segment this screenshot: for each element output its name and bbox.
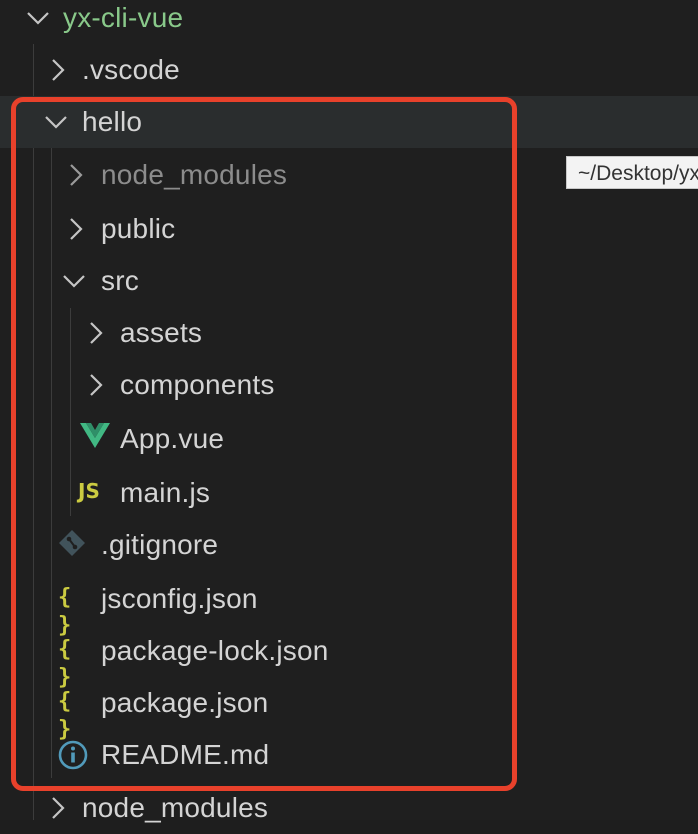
chevron-right-icon: [84, 307, 108, 359]
tree-item-label: src: [101, 265, 139, 296]
tree-file-package-lock-json[interactable]: { } package-lock.json: [0, 625, 698, 690]
tree-item-label: package-lock.json: [101, 635, 329, 666]
chevron-right-icon: [64, 203, 88, 255]
tree-file-gitignore[interactable]: .gitignore: [0, 519, 698, 571]
tree-item-label: jsconfig.json: [101, 583, 258, 614]
chevron-down-icon: [62, 255, 86, 307]
tree-folder-vscode[interactable]: .vscode: [0, 44, 698, 96]
tree-item-label: components: [120, 369, 275, 400]
tree-file-main-js[interactable]: JS main.js: [0, 467, 698, 519]
tree-item-label: yx-cli-vue: [63, 2, 184, 33]
tree-folder-node-modules-root[interactable]: node_modules: [0, 782, 698, 834]
info-icon: [58, 740, 88, 772]
tree-item-label: .gitignore: [101, 529, 219, 560]
tree-folder-yx-cli-vue[interactable]: yx-cli-vue: [0, 0, 698, 44]
chevron-right-icon: [46, 44, 70, 96]
json-file-icon: { }: [58, 637, 71, 690]
chevron-right-icon: [64, 149, 88, 201]
path-tooltip: ~/Desktop/yx-cli-vue: [566, 156, 698, 189]
chevron-down-icon: [44, 96, 68, 148]
tree-folder-components[interactable]: components: [0, 359, 698, 411]
javascript-file-icon: JS: [78, 479, 100, 503]
chevron-down-icon: [26, 0, 50, 44]
tree-folder-assets[interactable]: assets: [0, 307, 698, 359]
vue-file-icon: [80, 421, 110, 453]
chevron-right-icon: [46, 782, 70, 834]
json-file-icon: { }: [58, 585, 71, 638]
tree-item-label: node_modules: [101, 159, 288, 190]
tree-item-label: App.vue: [120, 423, 225, 454]
tree-item-label: public: [101, 213, 176, 244]
tree-folder-public[interactable]: public: [0, 203, 698, 255]
tree-item-label: assets: [120, 317, 203, 348]
tree-file-package-json[interactable]: { } package.json: [0, 677, 698, 742]
tree-file-app-vue[interactable]: App.vue: [0, 413, 698, 465]
tree-item-label: hello: [82, 106, 143, 137]
tree-item-label: README.md: [101, 739, 270, 770]
tree-file-jsconfig-json[interactable]: { } jsconfig.json: [0, 573, 698, 638]
json-file-icon: { }: [58, 689, 71, 742]
tree-item-label: package.json: [101, 687, 269, 718]
tree-item-label: main.js: [120, 477, 211, 508]
tree-file-readme-md[interactable]: README.md: [0, 729, 698, 781]
tree-folder-src[interactable]: src: [0, 255, 698, 307]
tree-item-label: .vscode: [82, 54, 180, 85]
tree-folder-hello[interactable]: hello: [0, 96, 698, 148]
chevron-right-icon: [84, 359, 108, 411]
file-explorer: yx-cli-vue .vscode hello node_modules pu…: [0, 0, 698, 823]
tree-item-label: node_modules: [82, 792, 269, 823]
git-file-icon: [58, 529, 88, 561]
